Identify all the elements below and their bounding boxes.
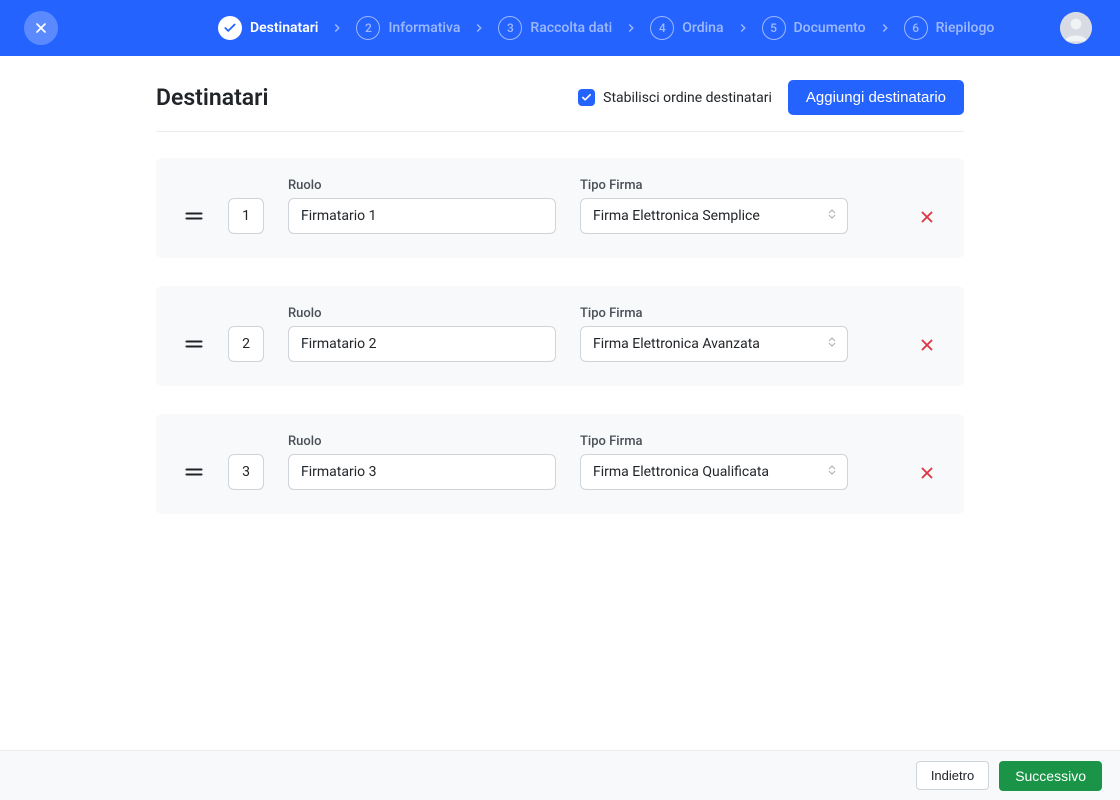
back-button[interactable]: Indietro [916, 761, 989, 790]
signature-type-value: Firma Elettronica Qualificata [593, 464, 769, 480]
signature-type-label: Tipo Firma [580, 178, 848, 193]
role-label: Ruolo [288, 306, 556, 321]
delete-recipient-button[interactable] [918, 336, 936, 362]
select-caret-icon [825, 463, 839, 481]
order-number[interactable]: 1 [228, 198, 264, 234]
signature-type-value: Firma Elettronica Avanzata [593, 336, 760, 352]
step-destinatari[interactable]: Destinatari [218, 16, 318, 40]
chevron-right-icon [472, 21, 486, 35]
role-input[interactable]: Firmatario 2 [288, 326, 556, 362]
recipient-list: 1 Ruolo Firmatario 1 Tipo Firma Firma El… [156, 158, 964, 514]
chevron-right-icon [624, 21, 638, 35]
chevron-right-icon [736, 21, 750, 35]
signature-type-select[interactable]: Firma Elettronica Avanzata [580, 326, 848, 362]
role-input[interactable]: Firmatario 3 [288, 454, 556, 490]
drag-icon [184, 334, 204, 354]
order-number[interactable]: 2 [228, 326, 264, 362]
role-label: Ruolo [288, 434, 556, 449]
avatar[interactable] [1060, 12, 1092, 44]
check-icon [218, 16, 242, 40]
chevron-right-icon [878, 21, 892, 35]
step-raccolta-dati[interactable]: 3 Raccolta dati [498, 16, 612, 40]
step-label: Documento [794, 20, 866, 36]
page-title: Destinatari [156, 84, 268, 111]
order-number[interactable]: 3 [228, 454, 264, 490]
drag-handle[interactable] [184, 334, 204, 362]
signature-type-label: Tipo Firma [580, 434, 848, 449]
order-checkbox[interactable] [578, 89, 595, 106]
recipient-card: 1 Ruolo Firmatario 1 Tipo Firma Firma El… [156, 158, 964, 258]
recipient-card: 2 Ruolo Firmatario 2 Tipo Firma Firma El… [156, 286, 964, 386]
signature-type-select[interactable]: Firma Elettronica Semplice [580, 198, 848, 234]
step-label: Destinatari [250, 20, 318, 36]
delete-icon [918, 208, 936, 226]
order-checkbox-label: Stabilisci ordine destinatari [603, 90, 772, 106]
add-recipient-button[interactable]: Aggiungi destinatario [788, 80, 964, 115]
step-label: Raccolta dati [530, 20, 612, 36]
delete-recipient-button[interactable] [918, 208, 936, 234]
recipient-card: 3 Ruolo Firmatario 3 Tipo Firma Firma El… [156, 414, 964, 514]
signature-type-value: Firma Elettronica Semplice [593, 208, 760, 224]
drag-icon [184, 206, 204, 226]
next-button[interactable]: Successivo [999, 761, 1102, 791]
check-icon [581, 92, 592, 103]
delete-icon [918, 336, 936, 354]
role-label: Ruolo [288, 178, 556, 193]
user-icon [1060, 12, 1092, 44]
footer: Indietro Successivo [0, 750, 1120, 800]
signature-type-label: Tipo Firma [580, 306, 848, 321]
order-checkbox-wrap[interactable]: Stabilisci ordine destinatari [578, 89, 772, 106]
close-button[interactable] [24, 11, 58, 45]
step-number: 2 [356, 16, 380, 40]
step-number: 6 [904, 16, 928, 40]
drag-icon [184, 462, 204, 482]
step-documento[interactable]: 5 Documento [762, 16, 866, 40]
delete-icon [918, 464, 936, 482]
select-caret-icon [825, 335, 839, 353]
select-caret-icon [825, 207, 839, 225]
step-number: 3 [498, 16, 522, 40]
drag-handle[interactable] [184, 206, 204, 234]
close-icon [33, 20, 49, 36]
step-ordina[interactable]: 4 Ordina [650, 16, 723, 40]
delete-recipient-button[interactable] [918, 464, 936, 490]
step-number: 4 [650, 16, 674, 40]
step-label: Informativa [388, 20, 460, 36]
main-content: Destinatari Stabilisci ordine destinatar… [0, 56, 1120, 750]
drag-handle[interactable] [184, 462, 204, 490]
step-label: Riepilogo [936, 20, 995, 36]
step-informativa[interactable]: 2 Informativa [356, 16, 460, 40]
step-number: 5 [762, 16, 786, 40]
page-header: Destinatari Stabilisci ordine destinatar… [156, 80, 964, 132]
role-input[interactable]: Firmatario 1 [288, 198, 556, 234]
chevron-right-icon [330, 21, 344, 35]
step-label: Ordina [682, 20, 723, 36]
stepper: Destinatari 2 Informativa 3 Raccolta dat… [218, 16, 994, 40]
topbar: Destinatari 2 Informativa 3 Raccolta dat… [0, 0, 1120, 56]
signature-type-select[interactable]: Firma Elettronica Qualificata [580, 454, 848, 490]
step-riepilogo[interactable]: 6 Riepilogo [904, 16, 995, 40]
